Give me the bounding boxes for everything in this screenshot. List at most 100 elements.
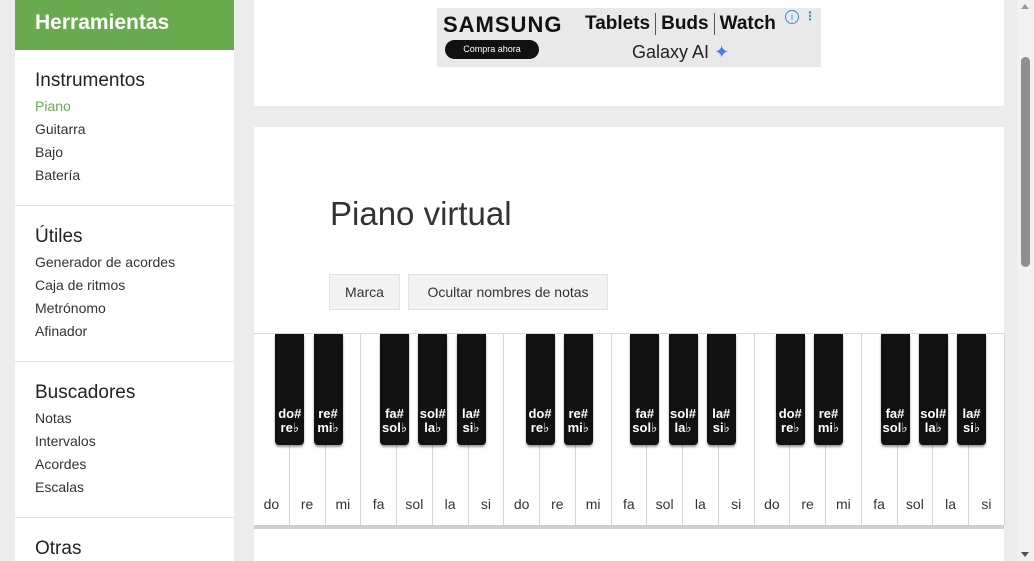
black-key-flat-label: mi♭	[317, 420, 339, 435]
piano-black-key[interactable]: sol# la♭	[918, 334, 948, 445]
piano-black-key[interactable]: la# si♭	[957, 334, 986, 445]
scrollbar[interactable]	[1017, 0, 1034, 561]
white-key-label: re	[551, 496, 564, 512]
black-key-flat-label: la♭	[424, 420, 442, 435]
sidebar-section-title: Buscadores	[35, 382, 136, 403]
white-key-label: fa	[372, 496, 385, 512]
scroll-up-arrow-icon[interactable]	[1021, 4, 1029, 9]
sidebar: Herramientas Instrumentos Piano Guitarra…	[15, 0, 234, 561]
black-key-sharp-label: la#	[461, 406, 481, 421]
piano-black-key[interactable]: sol# la♭	[418, 334, 448, 445]
sidebar-item-intervalos[interactable]: Intervalos	[35, 430, 214, 453]
sidebar-section-instrumentos: Instrumentos Piano Guitarra Bajo Batería	[15, 50, 234, 206]
piano-black-key[interactable]: fa# sol♭	[380, 334, 409, 445]
white-key-label: la	[694, 496, 706, 512]
main-card: Piano virtual Marca Ocultar nombres de n…	[254, 127, 1005, 561]
black-key-flat-label: mi♭	[817, 420, 840, 435]
sidebar-header: Herramientas	[15, 0, 234, 50]
piano-black-key[interactable]: do# re♭	[275, 334, 305, 445]
black-key-flat-label: la♭	[924, 420, 942, 435]
ad-product-label: Buds	[661, 13, 709, 35]
ad-tagline: Galaxy AI ✦	[632, 42, 729, 63]
black-key-sharp-label: re#	[818, 406, 839, 421]
black-key-sharp-label: sol#	[669, 406, 696, 421]
piano-black-key[interactable]: re# mi♭	[563, 334, 593, 445]
ad-brand-logo: SAMSUNG	[443, 12, 563, 37]
sidebar-item-acordes[interactable]: Acordes	[35, 453, 214, 476]
sidebar-section-title: Otras	[35, 538, 82, 559]
sidebar-section-title: Instrumentos	[35, 70, 145, 91]
sidebar-item-caja-de-ritmos[interactable]: Caja de ritmos	[35, 274, 214, 297]
ad-banner[interactable]: SAMSUNG Compra ahora Tablets Buds Watch Ga…	[437, 8, 821, 67]
piano-black-key[interactable]: re# mi♭	[313, 334, 343, 445]
sidebar-section-utiles: Útiles Generador de acordes Caja de ritm…	[15, 206, 234, 362]
sidebar-section-title: Útiles	[35, 226, 83, 247]
black-key-sharp-label: do#	[778, 406, 802, 421]
black-key-sharp-label: do#	[278, 406, 302, 421]
black-key-flat-label: si♭	[712, 420, 730, 435]
white-key-label: fa	[623, 496, 635, 512]
sidebar-item-bajo[interactable]: Bajo	[35, 141, 214, 164]
white-key-label: re	[801, 496, 814, 512]
black-key-flat-label: sol♭	[632, 420, 658, 435]
black-key-flat-label: sol♭	[382, 420, 407, 435]
black-key-sharp-label: fa#	[885, 406, 905, 421]
ad-product-label: Watch	[719, 13, 776, 35]
sidebar-item-piano[interactable]: Piano	[35, 95, 214, 118]
white-key-label: si	[981, 496, 992, 512]
white-key-label: do	[764, 496, 780, 512]
ad-info-icon[interactable]: i	[785, 10, 799, 24]
sidebar-item-escalas[interactable]: Escalas	[35, 476, 214, 499]
white-key-label: sol	[655, 496, 674, 512]
white-key-label: fa	[873, 496, 885, 512]
sidebar-section-buscadores: Buscadores Notas Intervalos Acordes Esca…	[15, 362, 234, 518]
ad-products: Tablets Buds Watch	[585, 13, 776, 35]
piano-black-key[interactable]: la# si♭	[456, 334, 486, 445]
piano-black-key[interactable]: la# si♭	[706, 334, 736, 445]
white-key-label: re	[300, 496, 314, 512]
ad-menu-icon[interactable]: ⋮	[804, 9, 816, 23]
scrollbar-thumb[interactable]	[1021, 57, 1030, 267]
sparkle-icon: ✦	[714, 42, 730, 62]
white-key-label: si	[731, 496, 742, 512]
piano-black-key[interactable]: re# mi♭	[814, 334, 843, 445]
white-key-label: sol	[905, 496, 924, 512]
piano-black-key[interactable]: do# re♭	[525, 334, 555, 445]
scroll-down-arrow-icon[interactable]	[1021, 552, 1029, 557]
piano-black-key[interactable]: sol# la♭	[668, 334, 698, 445]
black-key-sharp-label: fa#	[385, 406, 404, 421]
black-key-sharp-label: re#	[318, 406, 338, 421]
white-key-label: mi	[335, 496, 351, 512]
black-key-sharp-label: do#	[528, 406, 552, 421]
mark-button[interactable]: Marca	[329, 274, 400, 310]
sidebar-item-bateria[interactable]: Batería	[35, 164, 214, 187]
hide-note-names-button[interactable]: Ocultar nombres de notas	[408, 274, 608, 310]
white-key-label: la	[444, 496, 456, 512]
black-key-sharp-label: la#	[962, 406, 981, 421]
black-key-sharp-label: la#	[712, 406, 731, 421]
piano-black-key[interactable]: fa# sol♭	[880, 334, 910, 445]
black-key-flat-label: si♭	[963, 420, 980, 435]
piano-black-key[interactable]: do# re♭	[775, 334, 805, 445]
ad-divider	[655, 13, 657, 35]
sidebar-item-metronomo[interactable]: Metrónomo	[35, 297, 214, 320]
page-title: Piano virtual	[330, 195, 512, 232]
white-key-label: do	[263, 496, 280, 512]
piano-keyboard: do re mi fa sol la si do re mi fa sol la si do re mi fa so…	[254, 333, 1005, 529]
black-key-flat-label: re♭	[781, 420, 800, 435]
white-key-label: sol	[405, 496, 424, 512]
piano-black-key[interactable]: fa# sol♭	[630, 334, 660, 445]
sidebar-item-generador-de-acordes[interactable]: Generador de acordes	[35, 251, 214, 274]
sidebar-section-otras: Otras	[15, 518, 234, 561]
ad-cta-button[interactable]: Compra ahora	[445, 40, 539, 59]
sidebar-item-guitarra[interactable]: Guitarra	[35, 118, 214, 141]
sidebar-item-notas[interactable]: Notas	[35, 407, 214, 430]
black-key-flat-label: re♭	[280, 420, 299, 435]
white-key-label: si	[480, 496, 491, 512]
black-key-flat-label: mi♭	[567, 420, 589, 435]
white-key-label: mi	[835, 496, 851, 512]
sidebar-item-afinador[interactable]: Afinador	[35, 320, 214, 343]
ad-divider	[713, 13, 715, 35]
black-key-sharp-label: sol#	[920, 406, 947, 421]
ad-card: SAMSUNG Compra ahora Tablets Buds Watch Ga…	[254, 0, 1004, 106]
